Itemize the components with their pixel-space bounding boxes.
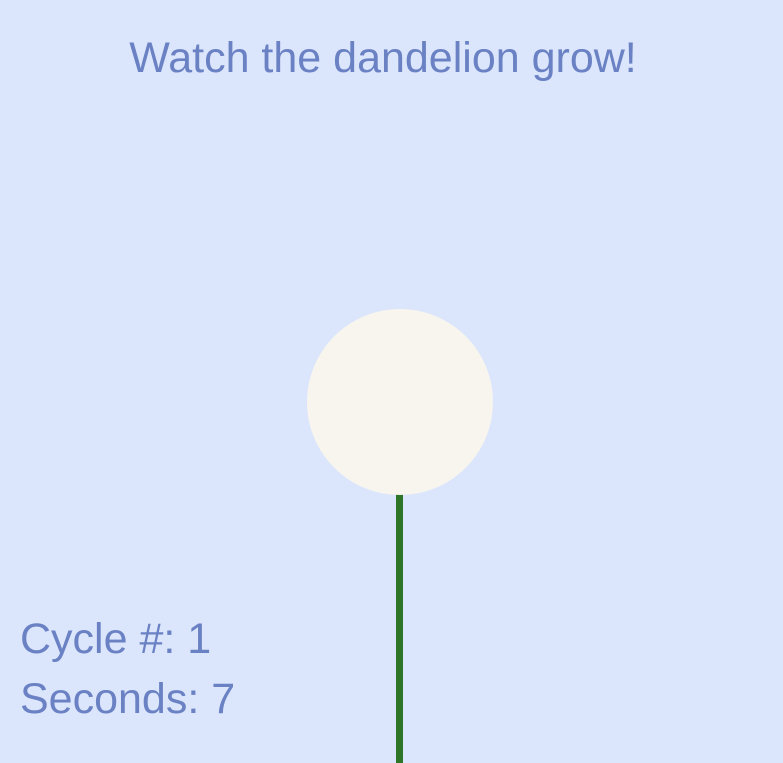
cycle-value: 1: [187, 615, 212, 663]
cycle-label: Cycle #:: [20, 615, 176, 663]
seconds-counter: Seconds: 7: [20, 673, 235, 725]
dandelion-stem: [396, 488, 403, 763]
seconds-value: 7: [211, 675, 236, 723]
cycle-counter: Cycle #: 1: [20, 613, 211, 665]
seconds-label: Seconds:: [20, 675, 200, 723]
dandelion-seed-head: [307, 309, 493, 495]
